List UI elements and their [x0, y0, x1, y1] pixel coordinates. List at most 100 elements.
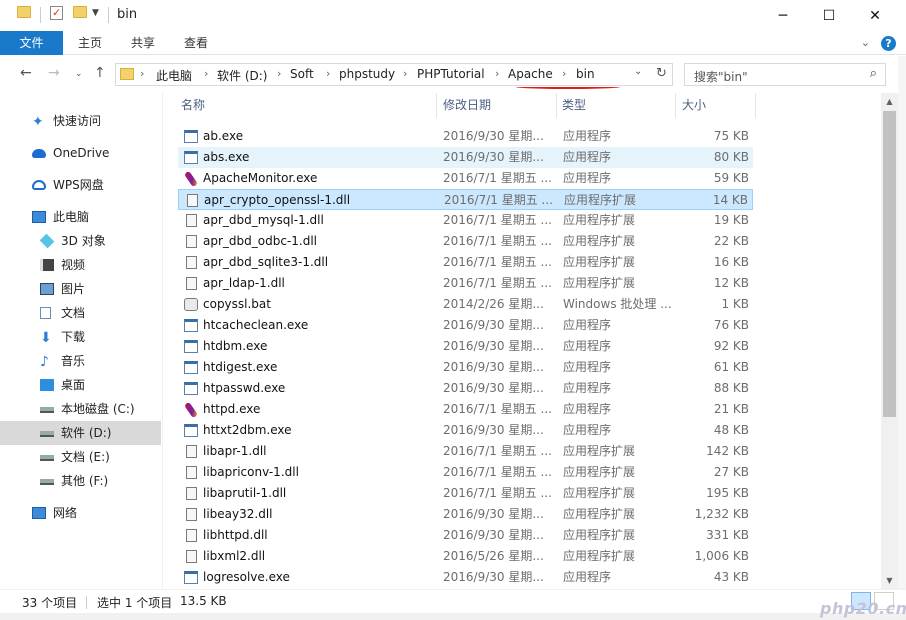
recent-chevron-icon[interactable]: ⌄ [75, 69, 83, 79]
file-row[interactable]: htdigest.exe 2016/9/30 星期... 应用程序 61 KB [178, 357, 753, 378]
properties-icon[interactable] [50, 6, 63, 20]
breadcrumb-bin[interactable]: bin [576, 67, 595, 81]
exe-file-icon [184, 361, 198, 374]
file-size: 14 KB [712, 193, 748, 207]
network-icon [32, 507, 46, 519]
breadcrumb-apache[interactable]: Apache [508, 67, 553, 81]
column-header-type[interactable]: 类型 [562, 93, 586, 118]
new-folder-icon[interactable] [73, 6, 87, 18]
sidebar-item[interactable]: OneDrive [0, 141, 161, 165]
help-icon[interactable]: ? [881, 36, 896, 51]
expand-ribbon-icon[interactable]: ⌄ [861, 36, 870, 49]
file-name: htcacheclean.exe [203, 318, 309, 332]
file-row[interactable]: httpd.exe 2016/7/1 星期五 ... 应用程序 21 KB [178, 399, 753, 420]
column-divider[interactable] [556, 93, 557, 118]
crumb-separator-icon[interactable]: › [140, 67, 144, 80]
sidebar-item[interactable]: 文档 (E:) [0, 445, 161, 469]
file-row[interactable]: logresolve.exe 2016/9/30 星期... 应用程序 43 KB [178, 567, 753, 588]
refresh-icon[interactable]: ↻ [656, 66, 667, 81]
address-bar[interactable]: › 此电脑 › 软件 (D:) › Soft › phpstudy › PHPT… [115, 63, 673, 86]
column-header-name[interactable]: 名称 [181, 93, 205, 118]
sidebar-item[interactable]: 其他 (F:) [0, 469, 161, 493]
maximize-icon[interactable]: ☐ [806, 0, 852, 31]
file-row[interactable]: httxt2dbm.exe 2016/9/30 星期... 应用程序 48 KB [178, 420, 753, 441]
scrollbar-thumb[interactable] [883, 111, 896, 417]
column-divider[interactable] [675, 93, 676, 118]
crumb-separator-icon[interactable]: › [495, 67, 499, 80]
separator [108, 7, 109, 23]
file-type: 应用程序 [563, 339, 612, 353]
search-input[interactable]: 搜索"bin" [694, 68, 748, 85]
close-icon[interactable]: ✕ [852, 0, 898, 31]
column-header-date[interactable]: 修改日期 [443, 93, 491, 118]
file-row[interactable]: libaprutil-1.dll 2016/7/1 星期五 ... 应用程序扩展 19… [178, 483, 753, 504]
breadcrumb-soft[interactable]: Soft [290, 67, 314, 81]
file-row[interactable]: copyssl.bat 2014/2/26 星期... Windows 批处理 ..… [178, 294, 753, 315]
file-row[interactable]: htcacheclean.exe 2016/9/30 星期... 应用程序 76 KB [178, 315, 753, 336]
sidebar-item[interactable]: ⬇ 下载 [0, 325, 161, 349]
scroll-down-icon[interactable]: ▼ [881, 572, 898, 589]
file-type: Windows 批处理 ... [563, 297, 672, 311]
file-row[interactable]: libapr-1.dll 2016/7/1 星期五 ... 应用程序扩展 142 KB [178, 441, 753, 462]
sidebar-item[interactable]: ✦ 快速访问 [0, 109, 161, 133]
sidebar-item[interactable]: ♪ 音乐 [0, 349, 161, 373]
column-header-size[interactable]: 大小 [682, 93, 706, 118]
back-icon[interactable]: ← [20, 65, 32, 81]
file-row[interactable]: libxml2.dll 2016/5/26 星期... 应用程序扩展 1,006 KB [178, 546, 753, 567]
chevron-down-icon[interactable]: ▼ [92, 8, 99, 18]
file-row[interactable]: libapriconv-1.dll 2016/7/1 星期五 ... 应用程序扩展 2… [178, 462, 753, 483]
ribbon-tabs: 文件 主页 共享 查看 ⌄ ? [0, 31, 906, 55]
file-row[interactable]: htdbm.exe 2016/9/30 星期... 应用程序 92 KB [178, 336, 753, 357]
column-divider[interactable] [755, 93, 756, 118]
scroll-up-icon[interactable]: ▲ [881, 93, 898, 110]
forward-icon[interactable]: → [48, 65, 60, 81]
item-count: 33 个项目 [22, 596, 78, 610]
file-row[interactable]: apr_dbd_sqlite3-1.dll 2016/7/1 星期五 ... 应用程… [178, 252, 753, 273]
watermark-text: php20.cn [820, 599, 906, 618]
breadcrumb-drive-d[interactable]: 软件 (D:) [217, 67, 267, 84]
up-icon[interactable]: ↑ [94, 65, 106, 81]
crumb-separator-icon[interactable]: › [326, 67, 330, 80]
sidebar-item[interactable]: 3D 对象 [0, 229, 161, 253]
file-row[interactable]: apr_ldap-1.dll 2016/7/1 星期五 ... 应用程序扩展 12 K… [178, 273, 753, 294]
breadcrumb-phptutorial[interactable]: PHPTutorial [417, 67, 485, 81]
search-icon[interactable]: ⌕ [870, 66, 877, 81]
sidebar-item[interactable]: 视频 [0, 253, 161, 277]
exe-file-icon [184, 319, 198, 332]
file-row[interactable]: ab.exe 2016/9/30 星期... 应用程序 75 KB [178, 126, 753, 147]
file-row[interactable]: htpasswd.exe 2016/9/30 星期... 应用程序 88 KB [178, 378, 753, 399]
crumb-separator-icon[interactable]: › [562, 67, 566, 80]
tab-file[interactable]: 文件 [0, 31, 63, 55]
tab-share[interactable]: 共享 [121, 31, 165, 55]
file-row[interactable]: libeay32.dll 2016/9/30 星期... 应用程序扩展 1,232 K… [178, 504, 753, 525]
sidebar-item[interactable]: 网络 [0, 501, 161, 525]
file-name: apr_crypto_openssl-1.dll [204, 193, 351, 207]
file-type: 应用程序 [563, 402, 612, 416]
sidebar-item[interactable]: 此电脑 [0, 205, 161, 229]
address-dropdown-icon[interactable]: ⌄ [634, 66, 642, 77]
breadcrumb-this-pc[interactable]: 此电脑 [156, 67, 192, 84]
sidebar-item[interactable]: 本地磁盘 (C:) [0, 397, 161, 421]
file-row[interactable]: apr_dbd_mysql-1.dll 2016/7/1 星期五 ... 应用程序扩… [178, 210, 753, 231]
crumb-separator-icon[interactable]: › [204, 67, 208, 80]
file-row[interactable]: libhttpd.dll 2016/9/30 星期... 应用程序扩展 331 KB [178, 525, 753, 546]
breadcrumb-phpstudy[interactable]: phpstudy [339, 67, 395, 81]
sidebar-item[interactable]: 桌面 [0, 373, 161, 397]
sidebar-item[interactable]: 图片 [0, 277, 161, 301]
crumb-separator-icon[interactable]: › [403, 67, 407, 80]
file-row[interactable]: ApacheMonitor.exe 2016/7/1 星期五 ... 应用程序 59 … [178, 168, 753, 189]
vertical-scrollbar[interactable]: ▲ ▼ [881, 93, 898, 589]
dll-file-icon [186, 529, 197, 542]
minimize-icon[interactable]: ─ [760, 0, 806, 31]
file-row[interactable]: apr_crypto_openssl-1.dll 2016/7/1 星期五 ...… [178, 189, 753, 210]
tab-view[interactable]: 查看 [174, 31, 218, 55]
sidebar-item[interactable]: 文档 [0, 301, 161, 325]
crumb-separator-icon[interactable]: › [277, 67, 281, 80]
file-row[interactable]: abs.exe 2016/9/30 星期... 应用程序 80 KB [178, 147, 753, 168]
sidebar-item[interactable]: 软件 (D:) [0, 421, 161, 445]
column-divider[interactable] [436, 93, 437, 118]
file-row[interactable]: apr_dbd_odbc-1.dll 2016/7/1 星期五 ... 应用程序扩展… [178, 231, 753, 252]
tab-home[interactable]: 主页 [68, 31, 112, 55]
sidebar-item[interactable]: WPS网盘 [0, 173, 161, 197]
search-box[interactable]: 搜索"bin" ⌕ [684, 63, 886, 86]
